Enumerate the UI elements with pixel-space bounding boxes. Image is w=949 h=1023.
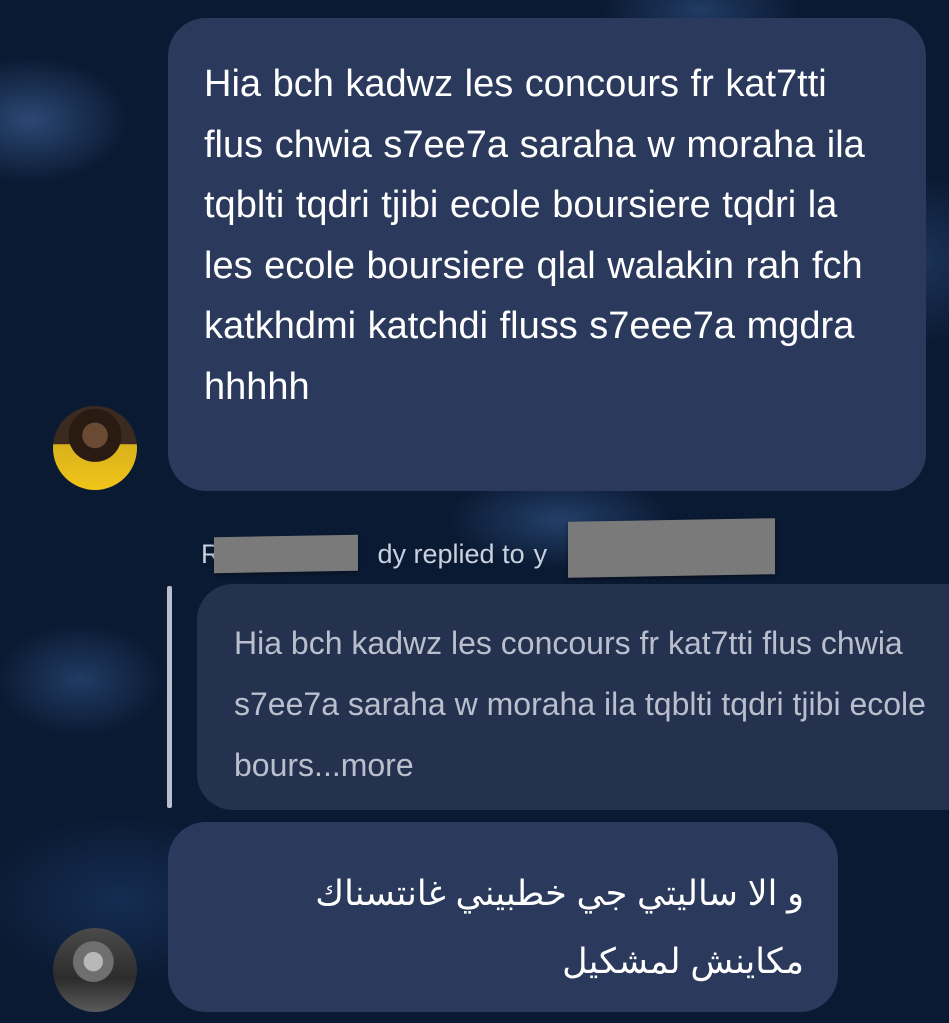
sender-avatar[interactable] [53,406,137,490]
quoted-message-text[interactable]: Hia bch kadwz les concours fr kat7tti fl… [234,613,929,796]
reply-header-text: dy replied to [377,538,525,569]
reply-header-suffix: y [533,538,548,569]
message-text: Hia bch kadwz les concours fr kat7tti fl… [204,63,865,408]
redacted-name [214,534,358,574]
message-bubble[interactable]: Hia bch kadwz les concours fr kat7tti fl… [168,18,926,491]
redacted-name [568,518,775,578]
reply-quote-bar [167,586,172,808]
quoted-message-bubble[interactable]: Hia bch kadwz les concours fr kat7tti fl… [197,584,949,810]
message-bubble[interactable]: و الا ساليتي جي خطبيني غانتسناك مكاينش ل… [168,822,838,1012]
sender-avatar[interactable] [53,928,137,1012]
message-text: و الا ساليتي جي خطبيني غانتسناك مكاينش ل… [315,874,804,981]
